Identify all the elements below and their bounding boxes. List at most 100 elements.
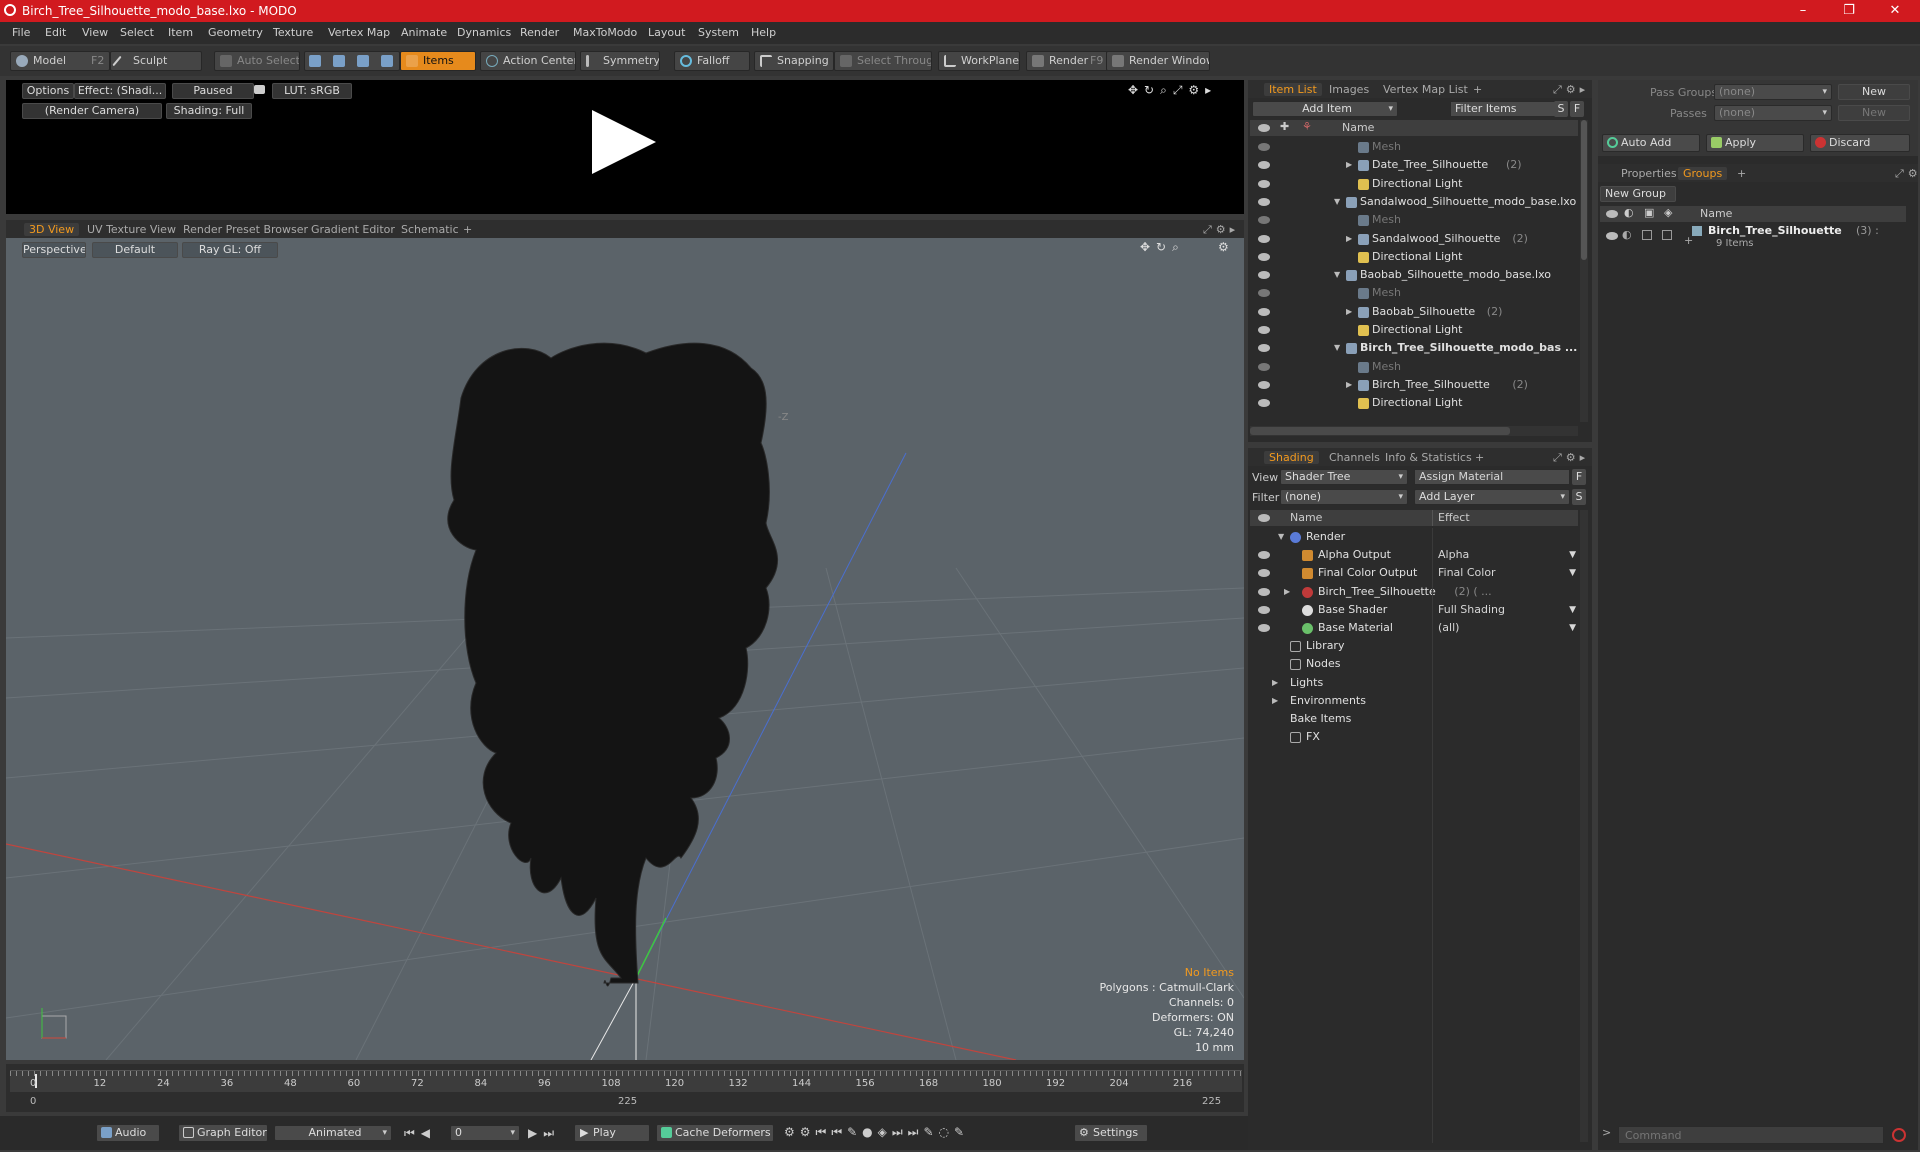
select-through-button[interactable]: Select Through <box>834 51 932 71</box>
shading-s-button[interactable]: S <box>1572 489 1586 505</box>
shader-row[interactable]: ▶ Lights <box>1250 674 1578 692</box>
polygon-mode-icon[interactable] <box>357 55 369 67</box>
item-row[interactable]: ▼ Baobab_Silhouette_modo_base.lxo <box>1250 266 1578 284</box>
effect-dropdown[interactable]: Full Shading ▼ <box>1438 601 1576 619</box>
lock-checkbox[interactable] <box>1642 230 1652 240</box>
audio-button[interactable]: Audio <box>96 1124 160 1142</box>
passes-dropdown[interactable]: (none) <box>1714 105 1832 121</box>
cache-deformers-button[interactable]: Cache Deformers <box>656 1124 774 1142</box>
visibility-eye-icon[interactable] <box>1606 232 1618 240</box>
visibility-eye-icon[interactable] <box>1258 587 1270 596</box>
raygl-toggle[interactable]: Ray GL: Off <box>182 242 278 258</box>
item-row[interactable]: ▶ Date_Tree_Silhouette (2) <box>1250 156 1578 174</box>
shader-row[interactable]: Alpha Output Alpha ▼ <box>1250 546 1578 564</box>
menu-help[interactable]: Help <box>751 26 776 39</box>
symmetry-button[interactable]: Symmetry <box>580 51 660 71</box>
visibility-eye-icon[interactable] <box>1258 271 1270 280</box>
tab-shading[interactable]: Shading <box>1264 451 1319 464</box>
maximize-button[interactable]: ❐ <box>1826 0 1872 22</box>
viewport-3d[interactable]: Perspective Default Ray GL: Off ✥↻⌕ ⚙ -Z… <box>6 238 1244 1060</box>
visibility-eye-icon[interactable] <box>1258 362 1270 371</box>
shader-row[interactable]: Bake Items <box>1250 710 1578 728</box>
visibility-eye-icon[interactable] <box>1258 569 1270 578</box>
material-mode-icon[interactable] <box>381 55 393 67</box>
visibility-eye-icon[interactable] <box>1258 551 1270 560</box>
key-tools-icons[interactable]: ⚙⚙⏮⏮✎●◈⏭⏭✎◌✎ <box>784 1125 969 1140</box>
model-mode-button[interactable]: Model F2 <box>10 51 110 71</box>
menu-layout[interactable]: Layout <box>648 26 685 39</box>
shader-row[interactable]: FX <box>1250 728 1578 746</box>
visibility-eye-icon[interactable] <box>1258 380 1270 389</box>
expand-arrow-icon[interactable]: ▶ <box>1346 230 1352 248</box>
play-button[interactable]: ▶ Play <box>574 1124 650 1142</box>
vertex-mode-icon[interactable] <box>309 55 321 67</box>
shading-style-dropdown[interactable]: Default <box>92 242 178 258</box>
menu-file[interactable]: File <box>12 26 30 39</box>
visibility-eye-icon[interactable] <box>1258 197 1270 206</box>
minimize-button[interactable]: – <box>1780 0 1826 22</box>
auto-select-button[interactable]: Auto Select <box>214 51 300 71</box>
menu-geometry[interactable]: Geometry <box>208 26 263 39</box>
new-group-button[interactable]: New Group <box>1600 186 1676 202</box>
tab-uv-texture-view[interactable]: UV Texture View <box>82 223 181 236</box>
tab-properties[interactable]: Properties <box>1616 167 1682 180</box>
item-row[interactable]: Mesh <box>1250 358 1578 376</box>
command-input[interactable] <box>1618 1126 1884 1144</box>
preview-lut-dropdown[interactable]: LUT: sRGB <box>272 83 352 99</box>
tab-gradient-editor[interactable]: Gradient Editor <box>306 223 400 236</box>
panel-options-icon[interactable]: ⤢⚙▸ <box>1198 223 1244 237</box>
menu-system[interactable]: System <box>698 26 739 39</box>
shader-row[interactable]: ▶ Environments <box>1250 692 1578 710</box>
tab-channels[interactable]: Channels <box>1324 451 1385 464</box>
workplane-button[interactable]: WorkPlane <box>938 51 1020 71</box>
prev-key-icons[interactable]: ⏮◀ <box>404 1126 436 1141</box>
item-row[interactable]: Directional Light <box>1250 321 1578 339</box>
item-row[interactable]: Mesh <box>1250 138 1578 156</box>
new-pass-group-button[interactable]: New <box>1838 84 1910 100</box>
expand-arrow-icon[interactable]: ▶ <box>1346 303 1352 321</box>
filter-s-button[interactable]: S <box>1554 101 1568 117</box>
menu-vertex-map[interactable]: Vertex Map <box>328 26 390 39</box>
shader-row[interactable]: ▼ Render <box>1250 528 1578 546</box>
shader-row[interactable]: Library <box>1250 637 1578 655</box>
add-layer-dropdown[interactable]: Add Layer <box>1414 489 1570 505</box>
timeline[interactable]: 0 12 24 36 48 60 72 84 96 108 120 132 144 156 168 180 19… <box>6 1064 1244 1112</box>
item-row[interactable]: ▶ Birch_Tree_Silhouette (2) <box>1250 376 1578 394</box>
expand-arrow-icon[interactable]: ▶ <box>1272 674 1278 692</box>
animated-dropdown[interactable]: Animated <box>274 1125 392 1141</box>
shader-row[interactable]: Nodes <box>1250 655 1578 673</box>
menu-item[interactable]: Item <box>168 26 193 39</box>
shading-f-button[interactable]: F <box>1572 469 1586 485</box>
preview-effect-dropdown[interactable]: Effect: (Shadi... <box>74 83 166 99</box>
close-button[interactable]: ✕ <box>1872 0 1918 22</box>
visibility-eye-icon[interactable] <box>1258 605 1270 614</box>
action-center-button[interactable]: Action Center <box>480 51 576 71</box>
add-item-dropdown[interactable]: Add Item <box>1252 101 1398 117</box>
tab-schematic[interactable]: Schematic <box>396 223 464 236</box>
shader-row[interactable]: Base Material (all) ▼ <box>1250 619 1578 637</box>
tab-3d-view[interactable]: 3D View <box>24 223 80 236</box>
auto-add-button[interactable]: Auto Add <box>1602 134 1700 152</box>
menu-texture[interactable]: Texture <box>273 26 313 39</box>
preview-options-button[interactable]: Options <box>22 83 74 99</box>
visibility-eye-icon[interactable] <box>1258 216 1270 225</box>
items-mode-button[interactable]: Items <box>400 51 476 71</box>
expand-arrow-icon[interactable]: ▶ <box>1346 376 1352 394</box>
collapse-arrow-icon[interactable]: ▼ <box>1334 193 1340 211</box>
menu-view[interactable]: View <box>82 26 108 39</box>
menu-select[interactable]: Select <box>120 26 154 39</box>
panel-options-icon[interactable]: ⤢⚙▸ <box>1548 83 1594 97</box>
effect-dropdown[interactable]: Alpha ▼ <box>1438 546 1576 564</box>
snapping-button[interactable]: Snapping <box>754 51 834 71</box>
visibility-eye-icon[interactable] <box>1258 326 1270 334</box>
item-row[interactable]: ▶ Baobab_Silhouette (2) <box>1250 303 1578 321</box>
item-row[interactable]: Directional Light <box>1250 394 1578 412</box>
item-row[interactable]: Mesh <box>1250 284 1578 302</box>
shader-tree-scrollbar[interactable] <box>1580 510 1588 1142</box>
menu-animate[interactable]: Animate <box>401 26 447 39</box>
expand-arrow-icon[interactable]: ▶ <box>1346 156 1352 174</box>
falloff-button[interactable]: Falloff <box>674 51 750 71</box>
collapse-arrow-icon[interactable]: ▼ <box>1334 266 1340 284</box>
assign-material-input[interactable]: Assign Material <box>1414 469 1570 485</box>
scroll-thumb[interactable] <box>1581 120 1587 260</box>
